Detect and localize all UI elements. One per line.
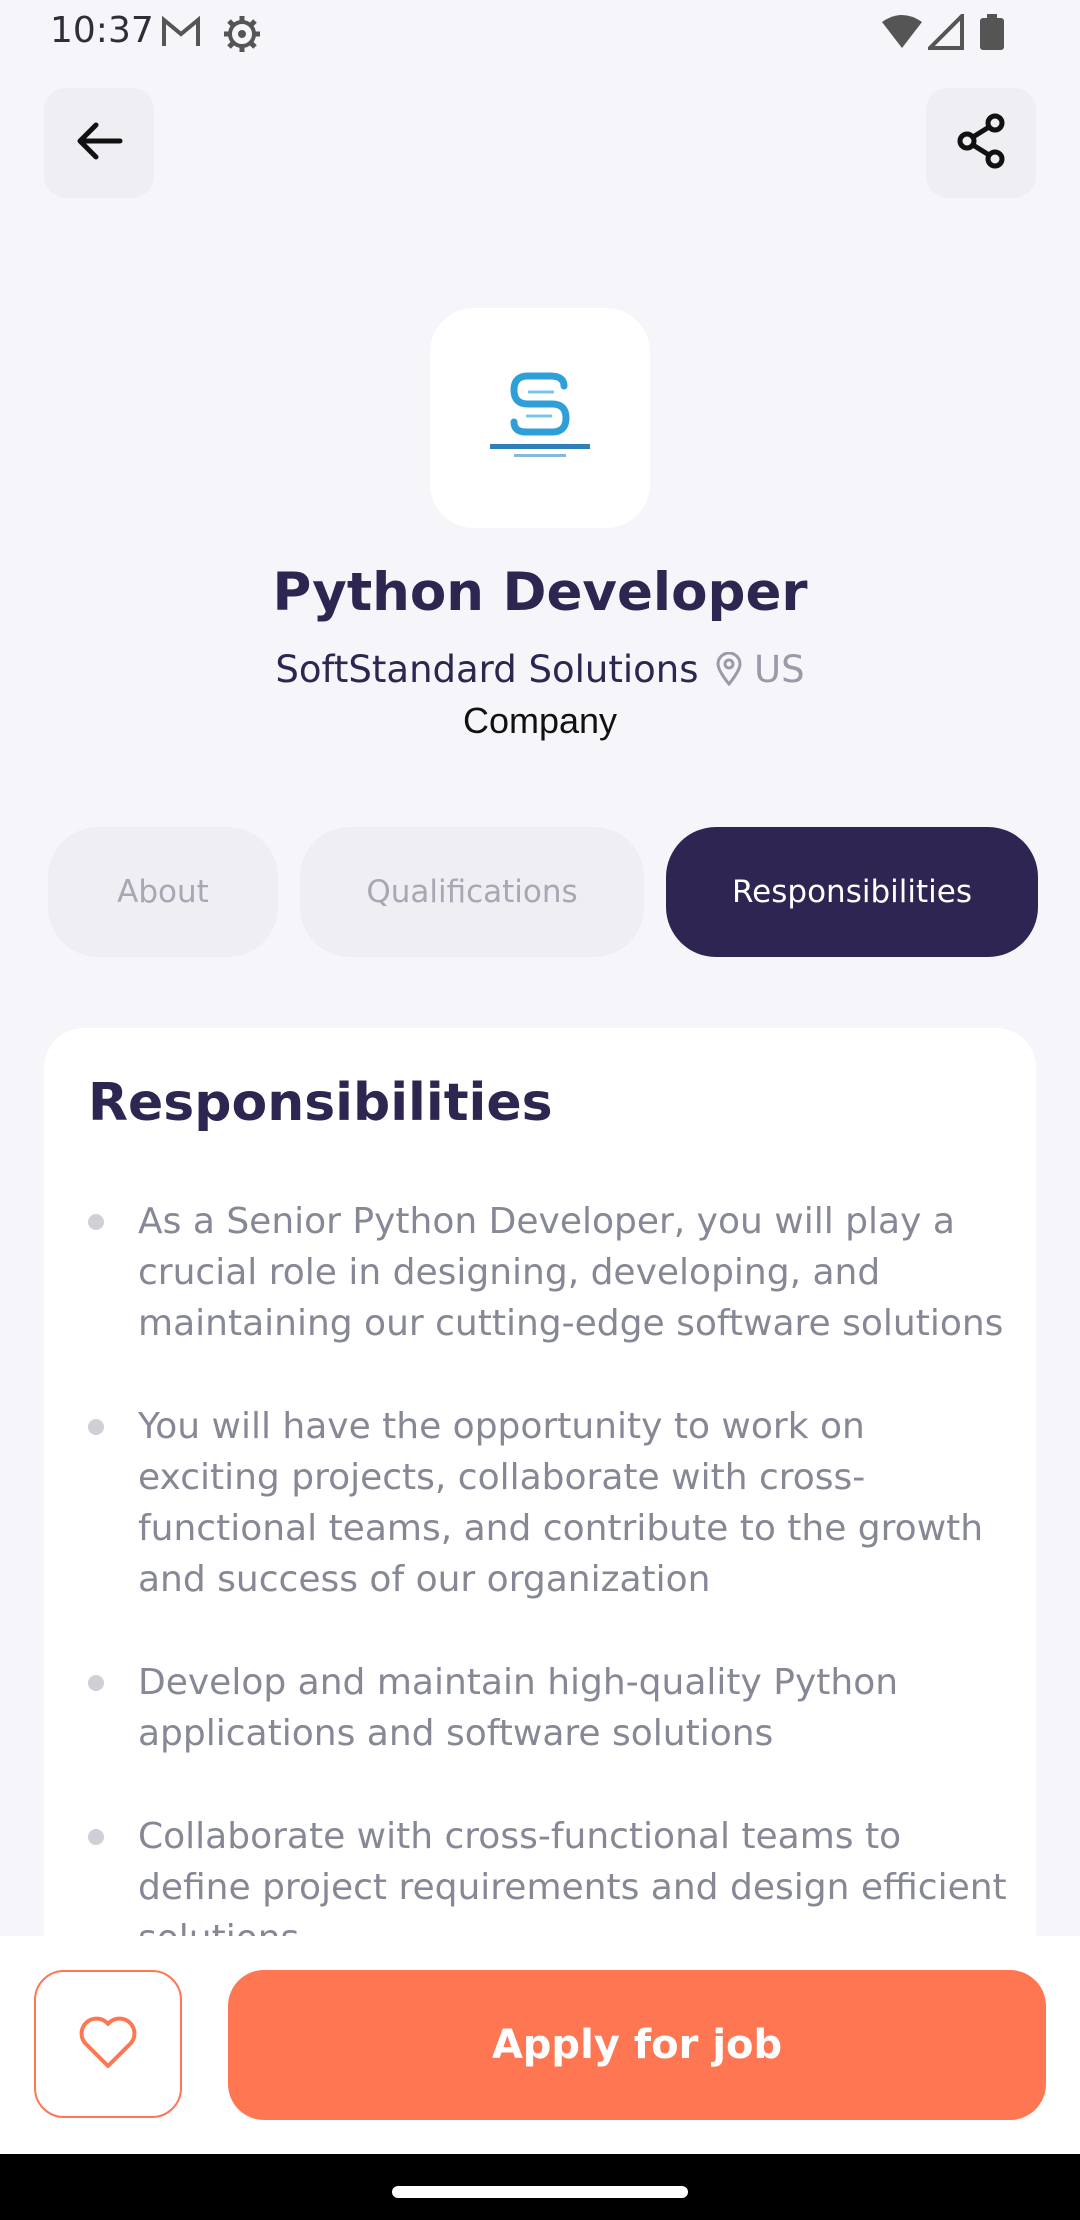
gmail-icon [160,14,202,54]
share-button[interactable] [926,88,1036,198]
bullet-dot [88,1214,104,1230]
company-type: Company [462,700,618,741]
bullet-dot [88,1829,104,1845]
company-line: SoftStandard Solutions US [0,648,1080,695]
battery-icon [980,14,1004,54]
list-item: You will have the opportunity to work on… [88,1401,1008,1605]
home-indicator[interactable] [392,2186,688,2198]
apply-button[interactable]: Apply for job [228,1970,1046,2120]
bullet-dot [88,1675,104,1691]
location-pin-icon [716,651,742,695]
signal-icon [925,11,964,54]
wifi-icon [880,14,924,54]
tab-about[interactable]: About [48,827,278,957]
arrow-left-icon [74,121,124,165]
list-item-text: As a Senior Python Developer, you will p… [138,1201,1004,1344]
job-location: US [754,648,805,691]
list-item: As a Senior Python Developer, you will p… [88,1196,1008,1349]
list-item-text: You will have the opportunity to work on… [138,1406,984,1600]
list-item: Develop and maintain high-quality Python… [88,1657,1008,1759]
list-item-text: Develop and maintain high-quality Python… [138,1662,899,1754]
job-title: Python Developer [272,562,808,623]
heart-icon [77,2014,139,2074]
section-heading: Responsibilities [88,1073,553,1133]
company-name: SoftStandard Solutions [275,648,699,691]
share-icon [955,113,1007,173]
company-logo [430,308,650,528]
tab-responsibilities[interactable]: Responsibilities [666,827,1038,957]
company-logo-icon [480,366,600,470]
bullet-dot [88,1419,104,1435]
back-button[interactable] [44,88,154,198]
status-time: 10:37 [50,10,154,51]
status-bar: 10:37 [0,0,1080,64]
responsibilities-list: As a Senior Python Developer, you will p… [88,1196,1008,2016]
favorite-button[interactable] [34,1970,182,2118]
tab-qualifications[interactable]: Qualifications [300,827,644,957]
settings-gear-icon [222,14,262,58]
